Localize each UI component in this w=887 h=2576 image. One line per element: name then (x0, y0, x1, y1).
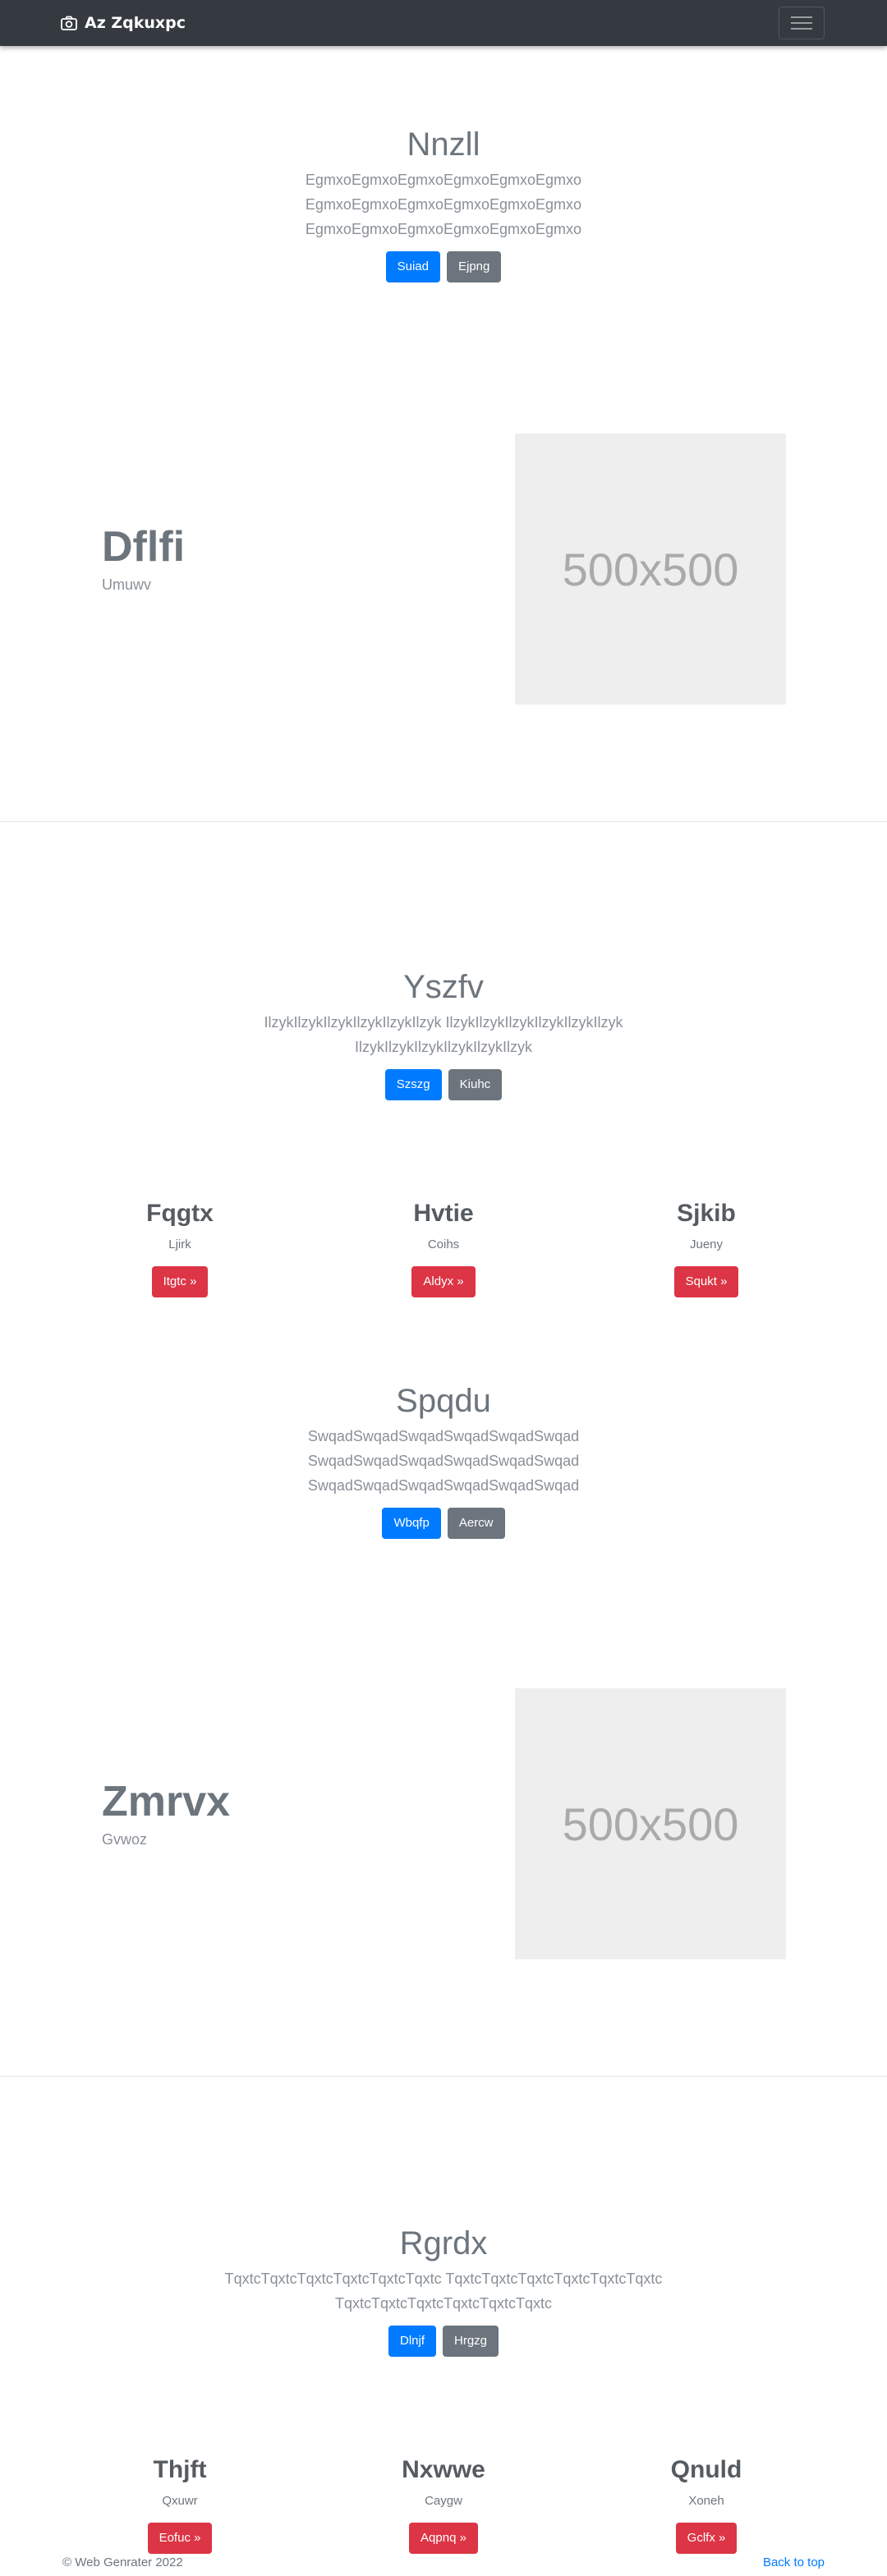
column-title: Qnuld (670, 2456, 742, 2483)
column-subtitle: Jueny (689, 1237, 724, 1251)
hero-lead-line: EgmxoEgmxoEgmxoEgmxoEgmxoEgmxo (305, 196, 582, 213)
column-item: Sjkib Jueny Squkt » (575, 1199, 838, 1297)
feature-section-2: Zmrvx Gvwoz 500x500 (0, 1688, 887, 1959)
column-button[interactable]: Gclfx » (675, 2523, 738, 2554)
hero-primary-button[interactable]: Dlnjf (388, 2326, 436, 2357)
hero-lead-line: SwqadSwqadSwqadSwqadSwqadSwqad (307, 1453, 580, 1469)
feature-section-1: Dflfi Umuwv 500x500 (0, 434, 887, 705)
column-item: Nxwwe Caygw Aqpnq » (312, 2455, 575, 2554)
feature-subtitle: Gvwoz (102, 1831, 148, 1848)
hamburger-menu-icon (791, 16, 812, 30)
hero-primary-button[interactable]: Szszg (384, 1069, 442, 1100)
feature-title: Dflfi (102, 523, 186, 571)
brand-link[interactable]: Az Zqkuxpc (61, 11, 186, 34)
camera-icon (61, 16, 77, 30)
hero-lead: SwqadSwqadSwqadSwqadSwqadSwqad SwqadSwqa… (0, 1424, 887, 1498)
column-item: Qnuld Xoneh Gclfx » (575, 2455, 838, 2554)
column-item: Hvtie Coihs Aldyx » (312, 1199, 575, 1297)
hero-lead: TqxtcTqxtcTqxtcTqxtcTqxtcTqxtc TqxtcTqxt… (0, 2266, 887, 2316)
section-divider (0, 821, 887, 822)
back-to-top-link[interactable]: Back to top (763, 2555, 825, 2569)
hero-lead-line: IlzykIlzykIlzykIlzykIlzykIlzyk IlzykIlzy… (264, 1014, 623, 1031)
hero-title: Nnzll (407, 126, 480, 163)
hero-title: Rgrdx (399, 2225, 488, 2261)
hero-section-2: Yszfv IlzykIlzykIlzykIlzykIlzykIlzyk Ilz… (0, 969, 887, 1100)
hero-lead-line: IlzykIlzykIlzykIlzykIlzykIlzyk (355, 1039, 532, 1055)
hero-section-4: Rgrdx TqxtcTqxtcTqxtcTqxtcTqxtcTqxtc Tqx… (0, 2225, 887, 2357)
feature-subtitle: Umuwv (102, 576, 152, 593)
hero-lead-line: SwqadSwqadSwqadSwqadSwqadSwqad (307, 1477, 580, 1494)
hero-secondary-button[interactable]: Kiuhc (448, 1069, 503, 1100)
column-subtitle: Coihs (427, 1237, 460, 1251)
hero-primary-button[interactable]: Wbqfp (382, 1508, 441, 1539)
hero-secondary-button[interactable]: Aercw (447, 1508, 505, 1539)
hero-section-1: Nnzll EgmxoEgmxoEgmxoEgmxoEgmxoEgmxo Egm… (0, 126, 887, 282)
placeholder-image: 500x500 (515, 434, 786, 705)
column-item: Fqgtx Ljirk Itgtc » (48, 1199, 311, 1297)
hero-lead-line: SwqadSwqadSwqadSwqadSwqadSwqad (307, 1428, 580, 1444)
column-title: Thjft (153, 2456, 207, 2483)
column-button[interactable]: Itgtc » (151, 1266, 209, 1297)
placeholder-image-text: 500x500 (562, 543, 739, 595)
hero-lead: IlzykIlzykIlzykIlzykIlzykIlzyk IlzykIlzy… (0, 1010, 887, 1059)
feature-title: Zmrvx (102, 1778, 231, 1825)
hero-secondary-button[interactable]: Hrgzg (443, 2326, 499, 2357)
navbar-toggler-button[interactable] (779, 7, 825, 39)
navbar: Az Zqkuxpc (0, 0, 887, 46)
column-title: Nxwwe (402, 2456, 485, 2483)
column-subtitle: Xoneh (688, 2494, 724, 2508)
hero-title: Spqdu (396, 1383, 491, 1419)
column-button[interactable]: Squkt » (673, 1266, 739, 1297)
column-title: Sjkib (677, 1200, 736, 1227)
placeholder-image-text: 500x500 (562, 1798, 739, 1850)
column-button[interactable]: Aldyx » (411, 1266, 476, 1297)
hero-lead-line: TqxtcTqxtcTqxtcTqxtcTqxtcTqxtc TqxtcTqxt… (224, 2271, 663, 2287)
hero-lead-line: TqxtcTqxtcTqxtcTqxtcTqxtcTqxtc (334, 2295, 553, 2312)
column-button[interactable]: Aqpnq » (409, 2523, 478, 2554)
column-title: Fqgtx (146, 1200, 214, 1227)
hero-lead: EgmxoEgmxoEgmxoEgmxoEgmxoEgmxo EgmxoEgmx… (0, 168, 887, 241)
placeholder-image: 500x500 (515, 1688, 786, 1959)
column-subtitle: Qxuwr (162, 2494, 198, 2508)
hero-lead-line: EgmxoEgmxoEgmxoEgmxoEgmxoEgmxo (305, 221, 582, 237)
hero-primary-button[interactable]: Suiad (385, 251, 440, 282)
hero-secondary-button[interactable]: Ejpng (447, 251, 502, 282)
brand-text: Az Zqkuxpc (85, 14, 186, 32)
hero-section-3: Spqdu SwqadSwqadSwqadSwqadSwqadSwqad Swq… (0, 1383, 887, 1539)
column-subtitle: Ljirk (168, 1237, 191, 1251)
hero-title: Yszfv (403, 969, 484, 1005)
column-subtitle: Caygw (425, 2494, 462, 2508)
hero-lead-line: EgmxoEgmxoEgmxoEgmxoEgmxoEgmxo (305, 172, 582, 188)
column-item: Thjft Qxuwr Eofuc » (48, 2455, 311, 2554)
column-title: Hvtie (413, 1200, 474, 1227)
footer-copyright: © Web Genrater 2022 (62, 2555, 183, 2569)
section-divider (0, 2076, 887, 2077)
column-button[interactable]: Eofuc » (147, 2523, 213, 2554)
